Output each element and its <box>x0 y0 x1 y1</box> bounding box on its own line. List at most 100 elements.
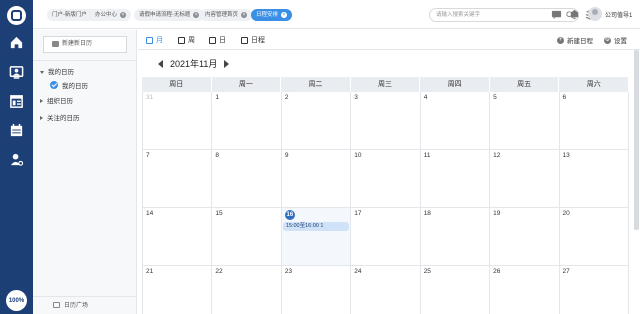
zoom-indicator[interactable]: 100% <box>6 290 27 311</box>
tab-office[interactable]: 办公中心 × <box>90 9 132 21</box>
week-row: 31 1 2 3 4 5 6 <box>142 92 629 150</box>
settings-button[interactable]: ⚙ 设置 <box>604 35 627 45</box>
calendar-square-link[interactable]: 日历广场 <box>53 300 88 309</box>
notification-icon[interactable] <box>569 9 580 20</box>
view-day[interactable]: 日 <box>209 35 226 45</box>
message-icon[interactable] <box>551 9 562 20</box>
day-cell[interactable]: 19 <box>489 208 558 265</box>
calendar-event[interactable]: 15:00至16:00 1 <box>282 222 350 231</box>
day-number: 20 <box>562 210 570 217</box>
weekday-header-cell: 周一 <box>211 77 282 92</box>
day-number: 19 <box>493 210 501 217</box>
home-icon[interactable] <box>0 30 33 54</box>
day-number: 25 <box>423 268 431 275</box>
day-cell[interactable]: 6 <box>558 92 629 149</box>
new-calendar-button[interactable]: 新建新日历 <box>43 36 127 53</box>
tab-content-management[interactable]: 内容管理首页 × <box>200 9 253 21</box>
day-cell[interactable]: 25 <box>419 266 489 314</box>
day-cell[interactable]: 27 <box>558 266 629 314</box>
day-cell[interactable]: 1 <box>211 92 280 149</box>
month-navigator: 2021年11月 <box>158 57 230 70</box>
day-cell[interactable]: 17 <box>350 208 419 265</box>
day-number: 26 <box>493 268 501 275</box>
calendar-icon[interactable] <box>0 118 33 142</box>
weekday-header-cell: 周五 <box>489 77 560 92</box>
day-cell[interactable]: 12 <box>489 150 558 207</box>
tab-label: 请假申请流程-无标题 <box>139 12 191 18</box>
day-cell-today[interactable]: 16 15:00至16:00 1 <box>280 208 351 265</box>
view-month[interactable]: 月 <box>146 35 163 45</box>
new-schedule-button[interactable]: + 新建日程 <box>557 35 593 45</box>
view-toolbar: 月 周 日 日程 + 新建日程 ⚙ 设置 <box>138 30 640 50</box>
calendar-view-icon <box>241 36 248 44</box>
view-label: 周 <box>188 37 195 44</box>
calendar-square-icon <box>53 301 60 308</box>
day-cell[interactable]: 18 <box>419 208 489 265</box>
people-icon[interactable] <box>0 60 33 84</box>
day-number: 9 <box>284 152 289 159</box>
day-cell[interactable]: 13 <box>558 150 629 207</box>
weekday-header: 周日 周一 周二 周三 周四 周五 周六 <box>142 77 629 92</box>
calendar-item-label: 我的日历 <box>62 83 88 90</box>
day-number: 8 <box>215 152 220 159</box>
divider <box>33 60 136 61</box>
view-agenda[interactable]: 日程 <box>241 35 265 45</box>
group-label: 我的日历 <box>48 69 74 76</box>
day-cell[interactable]: 21 <box>142 266 211 314</box>
day-cell[interactable]: 24 <box>350 266 419 314</box>
month-grid: 周日 周一 周二 周三 周四 周五 周六 31 1 2 3 4 5 6 7 8 9 10 11 12 13 14 15 16… <box>142 77 629 314</box>
username[interactable]: 公司值导1 <box>605 10 632 19</box>
day-cell[interactable]: 31 <box>142 92 211 149</box>
day-cell[interactable]: 8 <box>211 150 280 207</box>
close-icon[interactable]: × <box>193 12 200 18</box>
new-schedule-label: 新建日程 <box>567 38 593 45</box>
divider <box>33 296 136 297</box>
calendar-add-icon <box>52 41 59 47</box>
day-cell[interactable]: 20 <box>558 208 629 265</box>
close-icon[interactable]: × <box>241 12 248 18</box>
day-cell[interactable]: 3 <box>350 92 419 149</box>
calendar-view-icon <box>178 36 185 44</box>
user-settings-icon[interactable] <box>0 147 33 171</box>
weekday-header-cell: 周六 <box>559 77 629 92</box>
vertical-scrollbar[interactable] <box>634 50 639 230</box>
check-icon[interactable] <box>50 81 58 89</box>
day-cell[interactable]: 9 <box>280 150 350 207</box>
day-number: 18 <box>423 210 431 217</box>
day-cell[interactable]: 2 <box>280 92 350 149</box>
app-logo[interactable] <box>7 6 26 25</box>
group-org-calendars[interactable]: 组织日历 <box>40 95 73 105</box>
week-row: 7 8 9 10 11 12 13 <box>142 150 629 208</box>
day-cell[interactable]: 11 <box>419 150 489 207</box>
group-followed-calendars[interactable]: 关注的日历 <box>40 112 80 122</box>
tab-label: 日程安排 <box>256 12 279 18</box>
day-number: 14 <box>146 210 154 217</box>
chevron-right-icon <box>40 116 43 121</box>
calendar-item-mine[interactable]: 我的日历 <box>50 80 88 90</box>
day-cell[interactable]: 5 <box>489 92 558 149</box>
day-cell[interactable]: 26 <box>489 266 558 314</box>
group-my-calendars[interactable]: 我的日历 <box>40 66 74 76</box>
close-icon[interactable]: × <box>281 12 288 18</box>
chevron-left-icon[interactable] <box>158 59 163 68</box>
day-cell[interactable]: 10 <box>350 150 419 207</box>
settings-label: 设置 <box>614 38 627 45</box>
tab-schedule[interactable]: 日程安排 × <box>251 9 293 21</box>
layout-icon[interactable] <box>0 89 33 113</box>
avatar[interactable] <box>588 7 602 21</box>
day-cell[interactable]: 4 <box>419 92 489 149</box>
day-cell[interactable]: 14 <box>142 208 211 265</box>
view-week[interactable]: 周 <box>178 35 195 45</box>
day-cell[interactable]: 7 <box>142 150 211 207</box>
day-cell[interactable]: 22 <box>211 266 280 314</box>
tab-leave-request[interactable]: 请假申请流程-无标题 × <box>134 9 205 21</box>
tab-label: 内容管理首页 <box>205 12 239 18</box>
calendar-view-icon <box>209 36 216 44</box>
weekday-header-cell: 周二 <box>281 77 351 92</box>
chevron-right-icon[interactable] <box>224 59 230 68</box>
day-number: 15 <box>215 210 223 217</box>
day-cell[interactable]: 23 <box>280 266 350 314</box>
day-cell[interactable]: 15 <box>211 208 280 265</box>
close-icon[interactable]: × <box>120 12 127 18</box>
view-label: 月 <box>156 37 163 44</box>
